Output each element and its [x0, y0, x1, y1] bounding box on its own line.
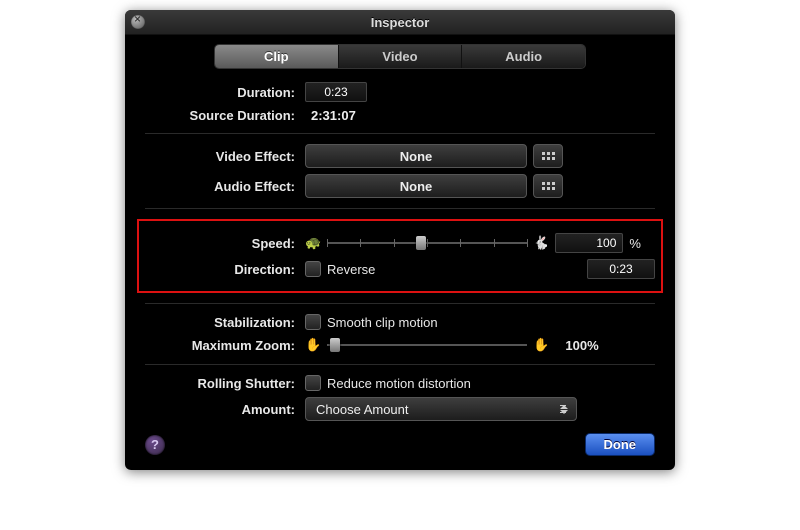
inspector-window: Inspector Clip Video Audio Duration: 0:2… — [125, 10, 675, 470]
divider — [145, 364, 655, 365]
speed-slider[interactable] — [327, 234, 527, 252]
done-button[interactable]: Done — [585, 433, 656, 456]
audio-effect-button[interactable]: None — [305, 174, 527, 198]
rolling-shutter-checkbox-label: Reduce motion distortion — [327, 376, 471, 391]
direction-time-field[interactable]: 0:23 — [587, 259, 655, 279]
titlebar: Inspector — [125, 10, 675, 35]
grid-icon — [542, 182, 555, 190]
speed-section-highlight: Speed: 🐢 🐇 100 — [137, 219, 663, 293]
audio-effect-label: Audio Effect: — [145, 179, 305, 194]
turtle-icon: 🐢 — [305, 235, 321, 251]
speed-label: Speed: — [145, 236, 305, 251]
rolling-shutter-label: Rolling Shutter: — [145, 376, 305, 391]
max-zoom-value: 100% — [565, 338, 598, 353]
amount-label: Amount: — [145, 402, 305, 417]
speed-field[interactable]: 100 — [555, 233, 623, 253]
max-zoom-slider[interactable] — [327, 336, 527, 354]
stabilization-label: Stabilization: — [145, 315, 305, 330]
rabbit-icon: 🐇 — [533, 235, 549, 251]
stabilization-checkbox[interactable] — [305, 314, 321, 330]
video-effect-browser-button[interactable] — [533, 144, 563, 168]
tab-video[interactable]: Video — [339, 45, 463, 68]
amount-select[interactable]: Choose Amount — [305, 397, 577, 421]
rolling-shutter-checkbox[interactable] — [305, 375, 321, 391]
reverse-checkbox[interactable] — [305, 261, 321, 277]
tab-clip[interactable]: Clip — [215, 45, 339, 68]
duration-label: Duration: — [145, 85, 305, 100]
video-effect-value: None — [400, 149, 433, 164]
reverse-label: Reverse — [327, 262, 587, 277]
audio-effect-value: None — [400, 179, 433, 194]
source-duration-value: 2:31:07 — [305, 108, 356, 123]
hand-icon: ✋ — [533, 337, 549, 353]
updown-icon — [560, 405, 568, 414]
divider — [145, 303, 655, 304]
help-button[interactable]: ? — [145, 435, 165, 455]
direction-label: Direction: — [145, 262, 305, 277]
tab-audio[interactable]: Audio — [462, 45, 585, 68]
window-title: Inspector — [125, 15, 675, 30]
grid-icon — [542, 152, 555, 160]
amount-value: Choose Amount — [316, 402, 409, 417]
speed-unit: % — [629, 236, 641, 251]
duration-field[interactable]: 0:23 — [305, 82, 367, 102]
stabilization-checkbox-label: Smooth clip motion — [327, 315, 438, 330]
max-zoom-label: Maximum Zoom: — [145, 338, 305, 353]
video-effect-label: Video Effect: — [145, 149, 305, 164]
audio-effect-browser-button[interactable] — [533, 174, 563, 198]
hand-icon: ✋ — [305, 337, 321, 353]
source-duration-label: Source Duration: — [145, 108, 305, 123]
divider — [145, 208, 655, 209]
video-effect-button[interactable]: None — [305, 144, 527, 168]
tab-control: Clip Video Audio — [215, 45, 585, 68]
divider — [145, 133, 655, 134]
